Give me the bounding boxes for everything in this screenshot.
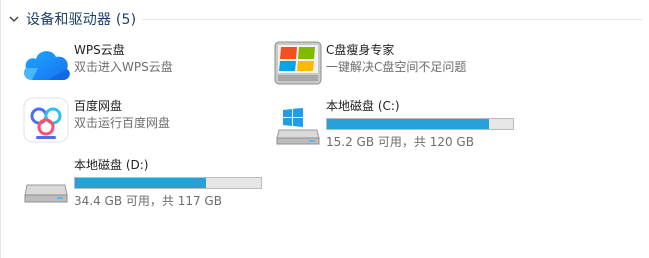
group-separator-line [142, 19, 642, 20]
drive-free-space: 34.4 GB 可用，共 117 GB [74, 194, 222, 208]
item-name: 百度网盘 [74, 99, 123, 113]
devices-and-drives-group-header[interactable]: 设备和驱动器 (5) [8, 8, 136, 30]
pane-divider [0, 0, 1, 258]
c-drive-cleaner-icon [270, 40, 326, 88]
item-name: C盘瘦身专家 [326, 43, 395, 57]
item-name: WPS云盘 [74, 43, 125, 57]
item-name: 本地磁盘 (C:) [326, 99, 400, 113]
hard-drive-icon [18, 155, 74, 215]
drive-usage-bar [326, 118, 514, 130]
drive-usage-fill [327, 119, 490, 129]
explorer-content-pane: 设备和驱动器 (5) WPS云盘 双击进入WPS云盘 C盘瘦身专家 一键解决C盘… [0, 0, 649, 258]
drive-usage-fill [75, 178, 207, 188]
baidu-netdisk-item[interactable]: 百度网盘 双击运行百度网盘 [18, 96, 170, 144]
chevron-down-icon[interactable] [8, 13, 20, 25]
c-drive-cleaner-item[interactable]: C盘瘦身专家 一键解决C盘空间不足问题 [270, 40, 466, 88]
item-subtitle: 一键解决C盘空间不足问题 [326, 60, 467, 74]
local-disk-c-item[interactable]: 本地磁盘 (C:) 15.2 GB 可用，共 120 GB [270, 96, 514, 150]
local-disk-d-item[interactable]: 本地磁盘 (D:) 34.4 GB 可用，共 117 GB [18, 155, 262, 215]
item-name: 本地磁盘 (D:) [74, 158, 149, 172]
wps-cloud-icon [18, 40, 74, 88]
group-title: 设备和驱动器 (5) [26, 12, 137, 28]
wps-cloud-item[interactable]: WPS云盘 双击进入WPS云盘 [18, 40, 173, 88]
item-subtitle: 双击进入WPS云盘 [74, 60, 173, 74]
drive-free-space: 15.2 GB 可用，共 120 GB [326, 135, 474, 149]
baidu-netdisk-icon [18, 96, 74, 144]
item-subtitle: 双击运行百度网盘 [74, 116, 171, 130]
drive-usage-bar [74, 177, 262, 189]
windows-drive-icon [270, 96, 326, 150]
